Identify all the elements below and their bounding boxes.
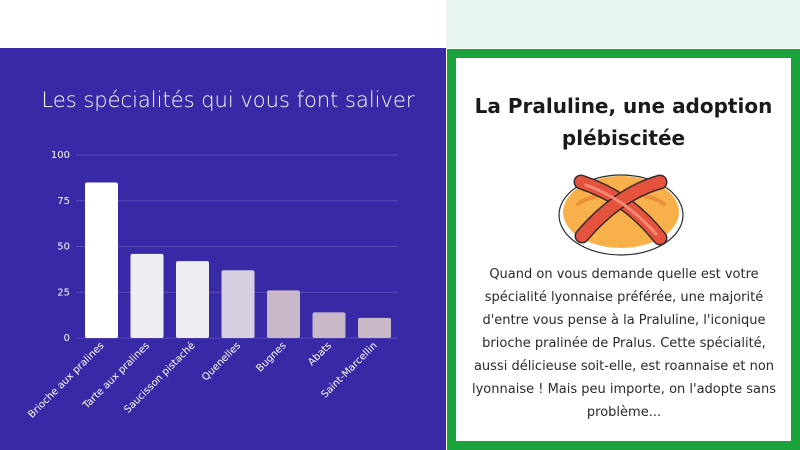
bar [312,312,346,338]
bar [85,182,118,338]
bar [221,270,255,338]
x-tick-label: Quenelles [200,340,243,383]
info-card: La Praluline, une adoption plébiscitée Q… [447,49,800,450]
x-tick-label: Abats [306,340,334,368]
bar [176,261,209,338]
bar [267,290,300,338]
card-title: La Praluline, une adoption plébiscitée [474,94,773,150]
x-tick-label: Bugnes [255,340,289,374]
bar [130,253,164,338]
bar-chart: 0255075100Brioche aux pralinesTarte aux … [26,150,398,421]
bar [358,317,391,338]
top-tint-strip [446,0,800,48]
card-body-text: Quand on vous demande quelle est votre s… [472,267,776,420]
y-tick-label: 75 [57,196,70,207]
y-tick-label: 25 [57,287,70,298]
y-tick-label: 100 [51,150,70,161]
y-tick-label: 50 [57,242,70,253]
y-tick-label: 0 [64,333,70,344]
brioche-icon [558,174,684,256]
x-tick-label: Brioche aux pralines [26,340,106,420]
chart-title: Les spécialités qui vous font saliver [41,88,415,112]
